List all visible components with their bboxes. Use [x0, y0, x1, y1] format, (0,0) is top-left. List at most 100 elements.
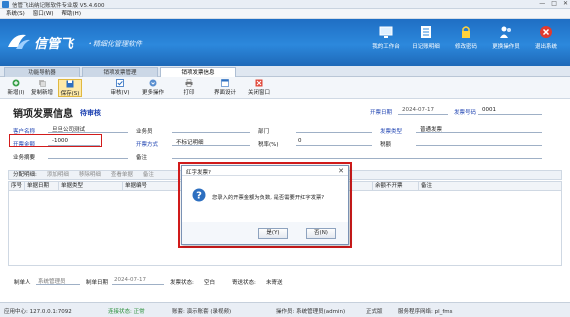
col-doc-date[interactable]: 单据日期: [25, 182, 59, 191]
detail-allocation-label: 分配明细:: [13, 172, 37, 178]
add-detail-button[interactable]: 添加明细: [47, 171, 69, 179]
design-icon: [221, 79, 229, 87]
summary-label: 业务摘要: [13, 155, 36, 161]
status-account: 账套: 演示账套 (录视频): [172, 309, 232, 315]
status-service: 服务程序网络: pl_fms: [398, 309, 453, 315]
summary-input[interactable]: [48, 151, 128, 159]
tax-label: 税率(%): [258, 142, 279, 148]
remove-detail-button[interactable]: 移除明细: [79, 171, 101, 179]
add-button[interactable]: 新增(I): [5, 79, 27, 97]
menu-help[interactable]: 帮助(H): [62, 9, 81, 18]
make-date-value: 2024-07-17: [114, 277, 146, 283]
remark-input[interactable]: [172, 151, 542, 159]
switch-operator-button[interactable]: 更换操作员: [488, 25, 524, 50]
open-date-label: 开票日期: [370, 110, 393, 116]
lock-icon: [462, 26, 470, 38]
exit-system-label: 退出系统: [534, 44, 557, 50]
dialog-message: 您录入的开票金额为负数, 是否需要开红字发票?: [212, 195, 325, 201]
more-icon: [149, 79, 157, 87]
ledger-icon: [421, 26, 431, 38]
tab-output-invoice-info[interactable]: 销项发票信息: [160, 67, 236, 77]
tab-strip: 功能导航器 销项发票管理 销项发票信息: [0, 66, 570, 77]
ledger-detail-button[interactable]: 日记账明细: [408, 25, 444, 50]
more-actions-label: 更多操作: [141, 90, 164, 96]
print-icon: [185, 79, 193, 87]
invoice-type-value: 普通发票: [420, 127, 443, 133]
window-controls: — □ ✕: [539, 0, 568, 7]
status-app-center: 应用中心: 127.0.0.1:7092: [4, 309, 72, 315]
audit-button[interactable]: 审核(V): [108, 79, 132, 97]
dialog-close-icon[interactable]: ✕: [338, 167, 344, 175]
layout-design-label: 界面设计: [213, 90, 236, 96]
close-window-button[interactable]: 关闭窗口: [246, 79, 272, 97]
footer-form: 制单人 系统管理员 制单日期 2024-07-17 发票状态: 空白 寄送状态:…: [8, 277, 562, 287]
change-password-label: 修改密码: [454, 44, 477, 50]
menu-window[interactable]: 窗口(W): [33, 9, 54, 18]
view-document-button[interactable]: 查看单据: [111, 171, 133, 179]
col-no-invoice-balance[interactable]: 余额不开票: [373, 182, 419, 191]
status-operator: 操作员: 系统管理员(admin): [276, 309, 346, 315]
tax-input[interactable]: [296, 138, 372, 146]
layout-design-button[interactable]: 界面设计: [212, 79, 238, 97]
tab-output-invoice-management[interactable]: 销项发票管理: [82, 67, 158, 77]
detail-remark-button[interactable]: 备注: [143, 171, 154, 179]
yes-button[interactable]: 是(Y): [258, 228, 288, 239]
status-bar: 应用中心: 127.0.0.1:7092 连接状态: 正常 账套: 演示账套 (…: [0, 302, 570, 317]
open-date-value: 2024-07-17: [402, 107, 434, 113]
menu-bar: 系统(S) 窗口(W) 帮助(H): [0, 9, 570, 19]
add-icon: [12, 79, 20, 87]
customer-value: 旦旦公司测试: [52, 127, 86, 133]
red-invoice-dialog: 红字发票? ✕ ? 您录入的开票金额为负数, 是否需要开红字发票? 是(Y) 否…: [181, 165, 349, 245]
make-date-label: 制单日期: [86, 280, 109, 286]
salesman-label: 业务员: [136, 129, 153, 135]
audit-label: 审核(V): [110, 90, 130, 96]
col-doc-type[interactable]: 单据类型: [59, 182, 123, 191]
users-icon: [500, 26, 511, 38]
brand-slogan: ・精细化管理软件: [86, 40, 142, 48]
svg-text:?: ?: [196, 191, 202, 202]
print-label: 打印: [183, 90, 195, 96]
dialog-title-bar: 红字发票? ✕: [182, 166, 348, 176]
change-password-button[interactable]: 修改密码: [448, 25, 484, 50]
add-label: 新增(I): [7, 90, 25, 96]
method-value: 不标记明细: [176, 140, 204, 146]
col-seq[interactable]: 序号: [9, 182, 25, 191]
invoice-no-value: 0001: [482, 107, 496, 113]
no-button[interactable]: 否(N): [306, 228, 336, 239]
dialog-title: 红字发票?: [186, 170, 211, 176]
amount-highlight-box: [9, 134, 102, 147]
copy-add-button[interactable]: 复制新增: [29, 79, 55, 97]
page-title: 销项发票信息: [13, 109, 73, 120]
invoice-no-label: 发票号码: [454, 110, 477, 116]
logo-icon: [8, 34, 30, 49]
banner-tools: 我的工作台 日记账明细 修改密码 更换操作员 退出系统: [368, 25, 564, 50]
minimize-button[interactable]: —: [539, 0, 545, 7]
app-banner: 信管飞 ・精细化管理软件 我的工作台 日记账明细 修改密码 更换操作员 退出系统: [0, 19, 570, 66]
tax-amount-field[interactable]: [416, 138, 542, 146]
more-actions-button[interactable]: 更多操作: [140, 79, 166, 97]
switch-operator-label: 更换操作员: [492, 44, 520, 50]
workbench-label: 我的工作台: [372, 44, 400, 50]
maximize-button[interactable]: □: [551, 0, 557, 7]
close-button[interactable]: ✕: [563, 0, 568, 7]
send-state-label: 寄送状态:: [232, 280, 256, 286]
copy-add-label: 复制新增: [30, 90, 53, 96]
save-button[interactable]: 保存(S): [58, 79, 82, 97]
invoice-state-label: 发票状态:: [170, 280, 194, 286]
menu-system[interactable]: 系统(S): [6, 9, 25, 18]
tax-value: 0: [298, 138, 302, 144]
save-icon: [66, 80, 74, 88]
col-remark[interactable]: 备注: [419, 182, 562, 191]
print-button[interactable]: 打印: [180, 79, 198, 97]
brand-name: 信管飞: [34, 37, 74, 52]
main-toolbar: 新增(I) 复制新增 保存(S) 审核(V) 更多操作 打印 界面设计 关闭窗口: [0, 77, 570, 170]
save-label: 保存(S): [60, 91, 80, 97]
exit-system-button[interactable]: 退出系统: [528, 25, 564, 50]
tab-function-navigator[interactable]: 功能导航器: [4, 67, 80, 77]
question-icon: ?: [192, 188, 206, 202]
invoice-state-value: 空白: [204, 280, 216, 286]
workbench-button[interactable]: 我的工作台: [368, 25, 404, 50]
salesman-field[interactable]: [172, 125, 250, 133]
status-edition: 正式版: [366, 309, 383, 315]
dept-field[interactable]: [296, 125, 372, 133]
